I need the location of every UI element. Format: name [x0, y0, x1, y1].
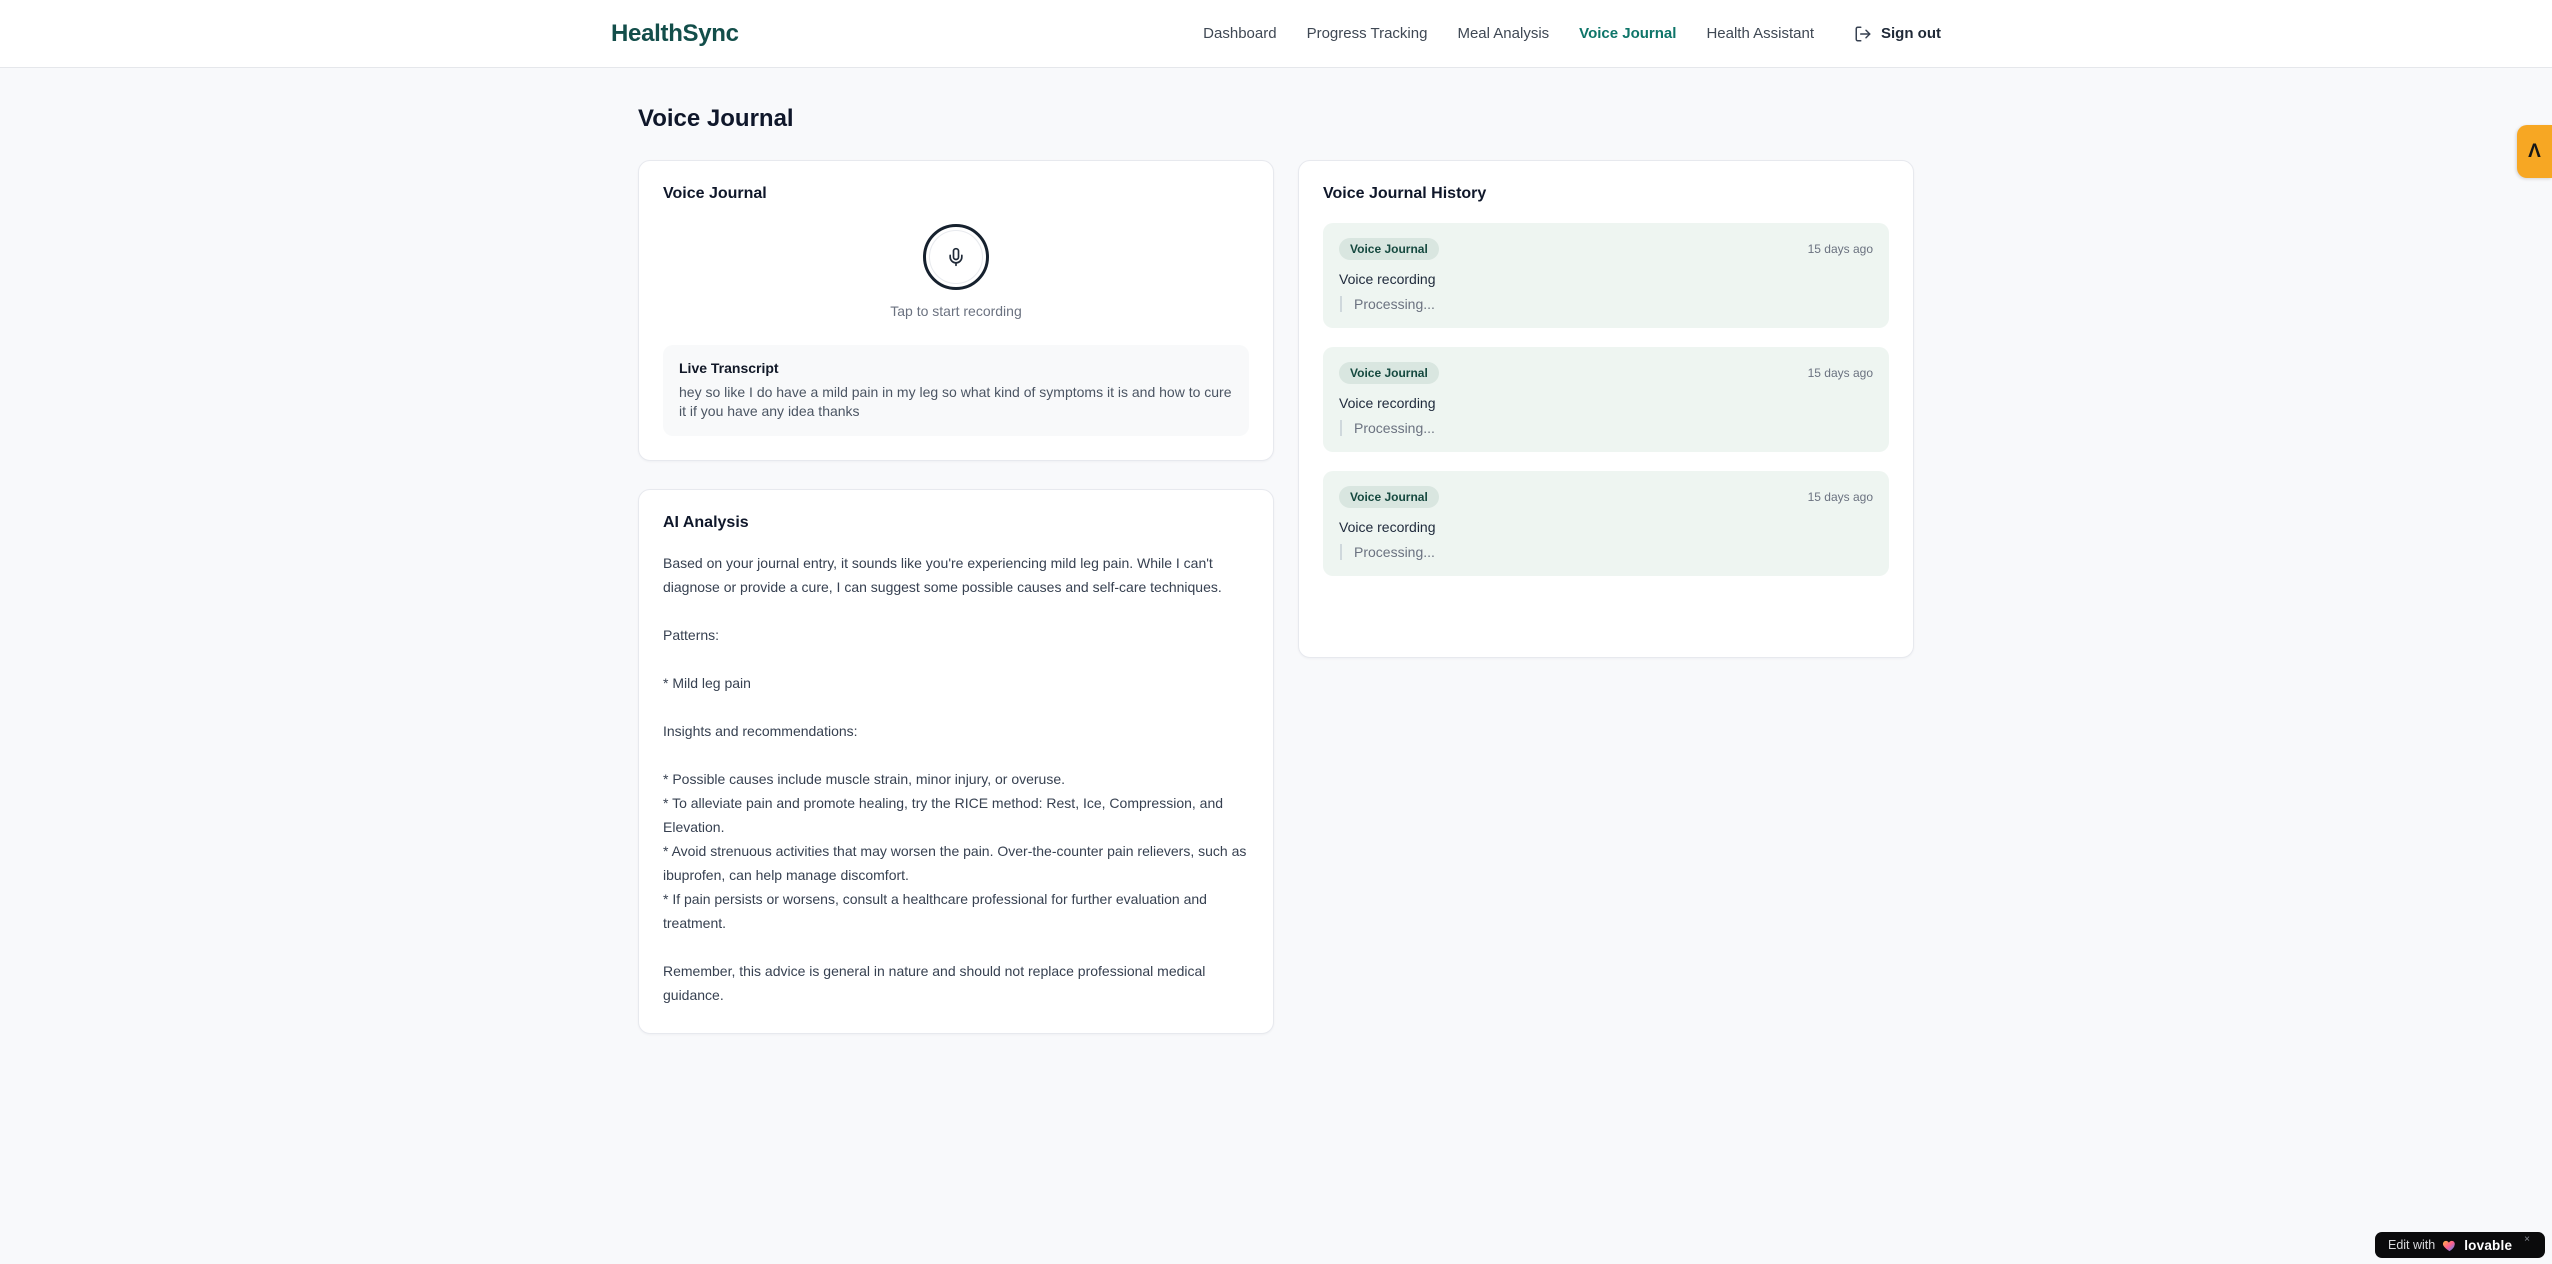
recorder-card-title: Voice Journal [663, 185, 767, 202]
entry-timestamp: 15 days ago [1807, 490, 1873, 504]
ai-analysis-card: AI Analysis Based on your journal entry,… [638, 489, 1274, 1034]
analysis-paragraph: Remember, this advice is general in natu… [663, 963, 1206, 1003]
page-title: Voice Journal [638, 105, 794, 132]
history-entry[interactable]: Voice Journal 15 days ago Voice recordin… [1323, 223, 1889, 328]
entry-type-badge: Voice Journal [1339, 362, 1439, 384]
entry-status: Processing... [1340, 296, 1873, 312]
history-entry[interactable]: Voice Journal 15 days ago Voice recordin… [1323, 347, 1889, 452]
analysis-paragraph: * Possible causes include muscle strain,… [663, 771, 1247, 931]
heart-icon [2442, 1238, 2457, 1253]
recorder-card: Voice Journal Tap to start recording Liv… [638, 160, 1274, 461]
nav-link[interactable]: Meal Analysis [1457, 25, 1549, 42]
lovable-brand-label: lovable [2464, 1237, 2513, 1253]
nav-link[interactable]: Health Assistant [1706, 25, 1814, 42]
side-badge-logo-icon: Λ [2528, 141, 2541, 162]
edit-with-lovable-badge[interactable]: Edit with lovable × [2374, 1232, 2545, 1258]
entry-status: Processing... [1340, 420, 1873, 436]
entry-type-badge: Voice Journal [1339, 238, 1439, 260]
analysis-paragraph: Insights and recommendations: [663, 723, 858, 739]
nav-link[interactable]: Progress Tracking [1307, 25, 1428, 42]
sign-out-button[interactable]: Sign out [1854, 25, 1941, 43]
sign-out-label: Sign out [1881, 25, 1941, 42]
sign-out-icon [1854, 25, 1872, 43]
analysis-paragraph: Patterns: [663, 627, 720, 643]
entry-label: Voice recording [1339, 395, 1436, 411]
close-icon[interactable]: × [2524, 1234, 2530, 1246]
history-entry[interactable]: Voice Journal 15 days ago Voice recordin… [1323, 471, 1889, 576]
entry-timestamp: 15 days ago [1807, 242, 1873, 256]
analysis-paragraph: * Mild leg pain [663, 675, 751, 691]
entry-status: Processing... [1340, 544, 1873, 560]
entry-type-badge: Voice Journal [1339, 486, 1439, 508]
live-transcript-text: hey so like I do have a mild pain in my … [679, 384, 1232, 419]
entry-label: Voice recording [1339, 271, 1436, 287]
ai-analysis-title: AI Analysis [663, 514, 749, 531]
side-panel-badge[interactable]: Λ [2517, 125, 2552, 178]
entry-timestamp: 15 days ago [1807, 366, 1873, 380]
nav-link[interactable]: Dashboard [1203, 25, 1276, 42]
record-button[interactable] [923, 224, 989, 290]
edit-badge-prefix: Edit with [2387, 1238, 2436, 1252]
microphone-icon [946, 247, 966, 267]
app-header: HealthSync Dashboard Progress Tracking Mea… [0, 0, 2552, 68]
brand-logo[interactable]: HealthSync [611, 20, 739, 48]
history-card: Voice Journal History Voice Journal 15 d… [1298, 160, 1914, 658]
main-nav: Dashboard Progress Tracking Meal Analysis V… [1203, 25, 1941, 43]
record-hint: Tap to start recording [890, 303, 1022, 319]
main-content: Voice Journal Voice Journal Tap to start… [638, 68, 1914, 1034]
analysis-paragraph: Based on your journal entry, it sounds l… [663, 555, 1222, 595]
nav-link[interactable]: Voice Journal [1579, 25, 1676, 42]
history-title: Voice Journal History [1323, 185, 1487, 202]
live-transcript-title: Live Transcript [679, 360, 779, 376]
entry-label: Voice recording [1339, 519, 1436, 535]
live-transcript-box: Live Transcript hey so like I do have a … [663, 345, 1249, 436]
